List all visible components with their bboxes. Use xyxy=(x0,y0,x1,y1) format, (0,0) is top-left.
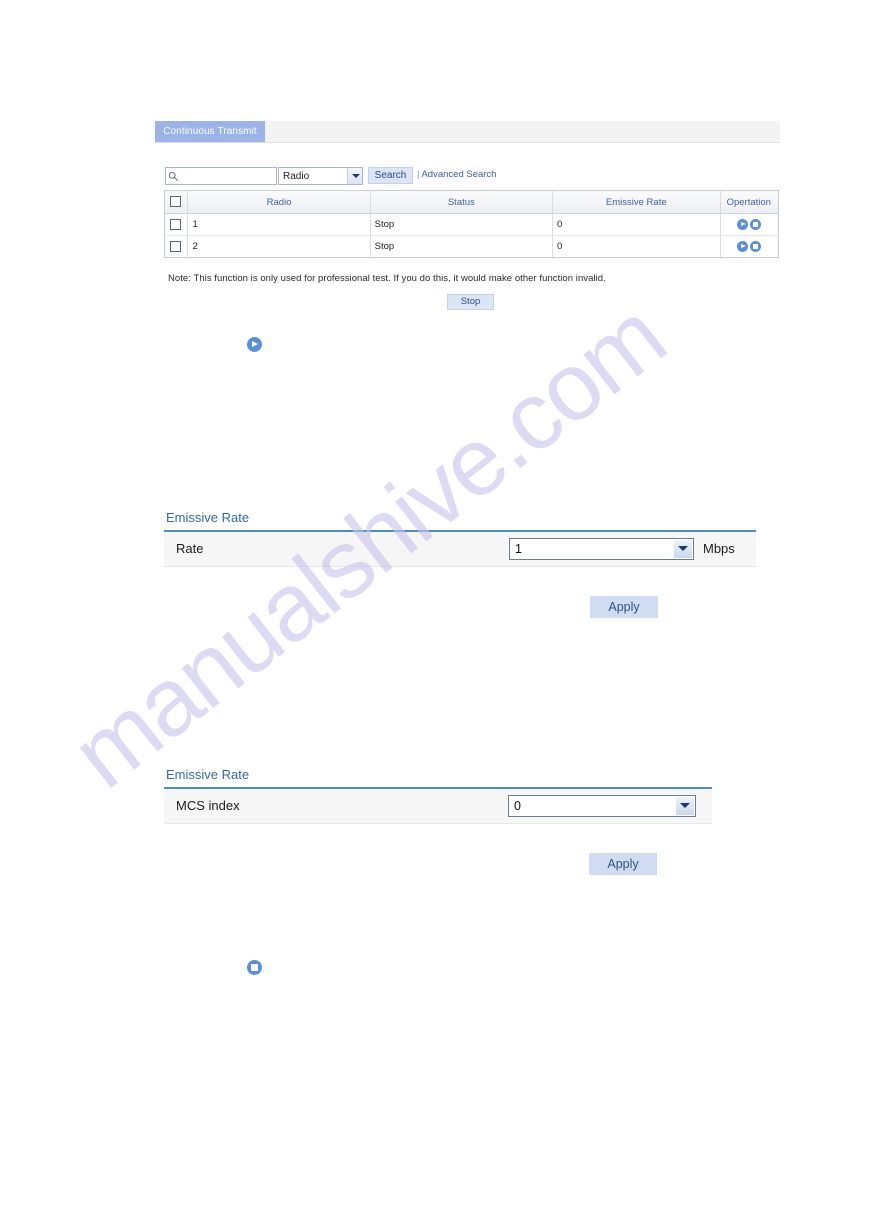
cell-radio: 2 xyxy=(187,235,371,257)
cell-radio: 1 xyxy=(187,213,371,236)
panel-emissive-rate: Emissive Rate Rate 1 Mbps xyxy=(164,510,756,567)
stop-icon[interactable] xyxy=(247,960,262,975)
play-icon[interactable] xyxy=(247,337,262,352)
rate-select-value: 1 xyxy=(515,542,522,556)
cell-operations xyxy=(720,236,778,258)
cell-status: Stop xyxy=(370,235,553,257)
radio-table: Radio Status Emissive Rate Opertation 1 … xyxy=(164,190,779,258)
search-scope-value: Radio xyxy=(283,171,310,182)
cell-emissive-rate: 0 xyxy=(552,213,721,236)
chevron-down-icon[interactable] xyxy=(674,540,692,558)
advanced-search-link[interactable]: | Advanced Search xyxy=(417,169,496,180)
panel-title: Emissive Rate xyxy=(166,767,250,782)
tab-bar: Continuous Transmit xyxy=(155,121,780,143)
mcs-index-select[interactable]: 0 xyxy=(508,795,696,817)
row-checkbox[interactable] xyxy=(170,218,182,230)
panel-title: Emissive Rate xyxy=(166,510,250,525)
search-input-wrapper[interactable] xyxy=(165,167,277,185)
select-all-header xyxy=(165,191,189,214)
row-checkbox[interactable] xyxy=(170,240,182,252)
table-header-row: Radio Status Emissive Rate Opertation xyxy=(165,191,778,214)
column-header-operation[interactable]: Opertation xyxy=(720,191,778,214)
cell-emissive-rate: 0 xyxy=(552,235,721,257)
column-header-emissive-rate[interactable]: Emissive Rate xyxy=(552,191,721,214)
stop-button[interactable]: Stop xyxy=(447,294,494,310)
mcs-index-label: MCS index xyxy=(176,798,240,813)
stop-icon[interactable] xyxy=(749,240,761,252)
play-icon[interactable] xyxy=(736,218,748,230)
apply-button-mcs[interactable]: Apply xyxy=(589,853,657,875)
stop-icon[interactable] xyxy=(749,218,761,230)
separator: | xyxy=(417,169,420,180)
mcs-index-select-value: 0 xyxy=(514,799,521,813)
column-header-status[interactable]: Status xyxy=(370,191,553,214)
search-input[interactable] xyxy=(180,169,274,183)
rate-unit-label: Mbps xyxy=(703,541,735,556)
search-button[interactable]: Search xyxy=(368,167,413,184)
rate-label: Rate xyxy=(176,541,204,556)
advanced-search-label: Advanced Search xyxy=(421,169,497,180)
chevron-down-icon[interactable] xyxy=(676,797,694,815)
column-header-radio[interactable]: Radio xyxy=(187,191,371,214)
search-scope-select[interactable]: Radio xyxy=(278,167,363,185)
note-text: Note: This function is only used for pro… xyxy=(168,273,606,284)
row-select-cell xyxy=(165,213,189,236)
search-icon xyxy=(168,171,178,181)
chevron-down-icon[interactable] xyxy=(347,168,362,184)
rate-select[interactable]: 1 xyxy=(509,538,694,560)
panel-row-rate: Rate 1 Mbps xyxy=(164,532,756,567)
panel-mcs-index: Emissive Rate MCS index 0 xyxy=(164,767,712,824)
table-row: 2 Stop 0 xyxy=(165,235,778,258)
search-toolbar: Radio Search | Advanced Search xyxy=(165,167,785,187)
play-icon[interactable] xyxy=(736,240,748,252)
cell-status: Stop xyxy=(370,213,553,236)
panel-row-mcs: MCS index 0 xyxy=(164,789,712,824)
table-row: 1 Stop 0 xyxy=(165,213,778,236)
select-all-checkbox[interactable] xyxy=(170,196,182,208)
row-select-cell xyxy=(165,235,189,257)
apply-button-rate[interactable]: Apply xyxy=(590,596,658,618)
tab-continuous-transmit[interactable]: Continuous Transmit xyxy=(155,121,265,142)
cell-operations xyxy=(720,213,778,236)
